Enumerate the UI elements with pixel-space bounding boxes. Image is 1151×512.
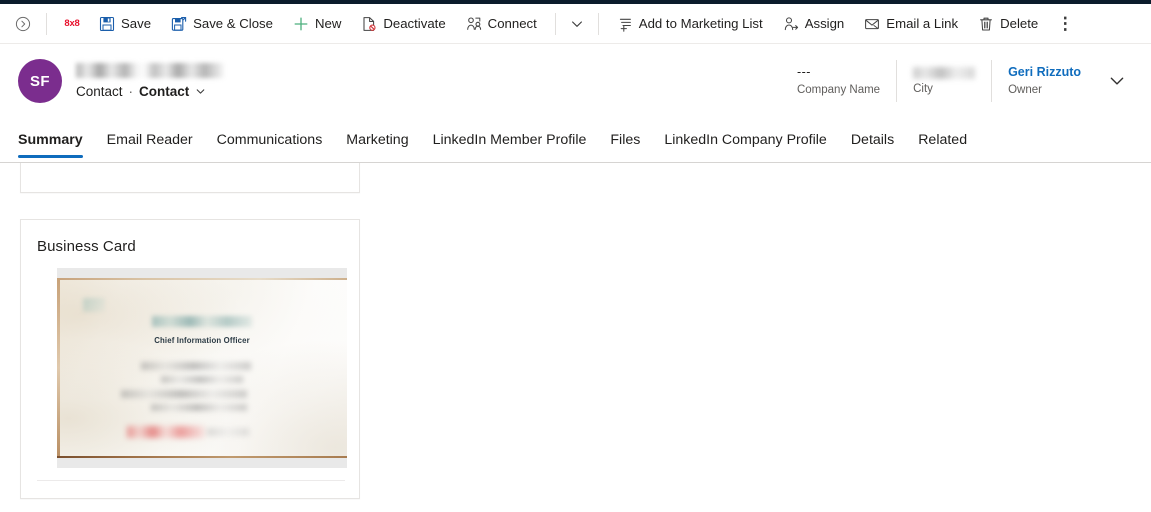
- tab-marketing[interactable]: Marketing: [334, 118, 420, 162]
- company-name-label: Company Name: [796, 83, 881, 96]
- plus-icon: [294, 17, 308, 30]
- command-bar-divider-2: [554, 12, 556, 35]
- command-bar-divider-1: [46, 12, 47, 35]
- record-name-redacted: [76, 63, 224, 78]
- assign-button[interactable]: Assign: [775, 8, 853, 40]
- company-name-value: ---: [796, 64, 811, 79]
- record-header: SF Contact · Contact --- Company Name Ci…: [0, 45, 1151, 117]
- trash-icon: [980, 17, 993, 31]
- app-root: 8x8 Save Save & Close New Deactivate Con…: [0, 0, 1151, 512]
- assign-button-label: Assign: [804, 16, 845, 32]
- connect-button-label: Connect: [487, 16, 537, 32]
- save-button[interactable]: Save: [91, 8, 159, 40]
- chevron-down-icon: [1110, 77, 1124, 85]
- card-detail-line-4-redacted: [151, 404, 247, 411]
- form-selector-chevron[interactable]: [195, 86, 206, 97]
- owner-value-link[interactable]: Geri Rizzuto: [1008, 65, 1081, 80]
- business-card-section: Business Card Chief Information Officer: [20, 219, 360, 499]
- chevron-down-icon: [571, 20, 582, 27]
- tab-summary[interactable]: Summary: [18, 118, 95, 162]
- city-value-redacted: [913, 66, 976, 79]
- command-bar-divider-3: [597, 12, 599, 35]
- save-and-close-button-label: Save & Close: [193, 16, 273, 32]
- new-button[interactable]: New: [285, 8, 349, 40]
- new-button-label: New: [314, 16, 342, 32]
- header-expand-button[interactable]: [1097, 60, 1137, 102]
- tab-files[interactable]: Files: [598, 118, 652, 162]
- form-content-scroll: Business Card Chief Information Officer: [0, 163, 1151, 512]
- connect-people-icon: [466, 16, 481, 30]
- record-title-group: Contact · Contact: [76, 63, 224, 99]
- tab-linkedin-company-profile[interactable]: LinkedIn Company Profile: [652, 118, 838, 162]
- expand-panel-button[interactable]: [8, 9, 38, 39]
- delete-button-label: Delete: [1000, 16, 1039, 32]
- email-a-link-button[interactable]: Email a Link: [856, 8, 966, 40]
- record-subtitle: Contact · Contact: [76, 84, 224, 99]
- business-card-footer-divider: [37, 480, 345, 481]
- section-card-above-partial: [20, 163, 360, 193]
- add-to-marketing-list-label: Add to Marketing List: [638, 16, 763, 32]
- save-and-close-button[interactable]: Save & Close: [163, 8, 281, 40]
- tab-email-reader[interactable]: Email Reader: [95, 118, 205, 162]
- card-edge-top: [57, 278, 347, 280]
- business-card-image-frame[interactable]: Chief Information Officer: [57, 268, 347, 468]
- card-red-text-redacted: [127, 426, 205, 438]
- entity-type-label: Contact: [76, 84, 123, 99]
- record-header-fields: --- Company Name City Geri Rizzuto Owner: [781, 60, 1137, 102]
- card-red-text-tail-redacted: [207, 428, 249, 436]
- connect-split-caret-button[interactable]: [564, 9, 590, 39]
- header-field-owner: Geri Rizzuto Owner: [991, 60, 1097, 102]
- city-label: City: [913, 82, 933, 95]
- business-card-section-title: Business Card: [37, 238, 136, 255]
- save-floppy-icon: [99, 16, 115, 31]
- form-tab-bar: Summary Email Reader Communications Mark…: [0, 117, 1151, 163]
- command-bar: 8x8 Save Save & Close New Deactivate Con…: [0, 4, 1151, 44]
- card-job-title-text: Chief Information Officer: [154, 336, 250, 345]
- tab-related[interactable]: Related: [906, 118, 979, 162]
- save-and-close-icon: [171, 16, 187, 31]
- form-selector-label[interactable]: Contact: [139, 84, 189, 99]
- chevron-down-icon: [196, 89, 205, 94]
- tab-details[interactable]: Details: [839, 118, 906, 162]
- app-logo-8x8: 8x8: [64, 18, 80, 29]
- business-card-image: Chief Information Officer: [57, 278, 347, 458]
- form-content-area: Business Card Chief Information Officer: [0, 163, 1151, 512]
- tab-linkedin-member-profile[interactable]: LinkedIn Member Profile: [421, 118, 599, 162]
- save-button-label: Save: [121, 16, 152, 32]
- add-to-list-icon: [619, 18, 631, 32]
- card-detail-line-3-redacted: [121, 390, 247, 398]
- card-logo-mark-redacted: [83, 298, 105, 312]
- card-detail-line-2-redacted: [161, 376, 243, 383]
- header-field-city: City: [896, 60, 991, 102]
- deactivate-document-icon: [363, 16, 376, 31]
- card-edge-left: [57, 278, 60, 458]
- header-field-company-name: --- Company Name: [781, 60, 896, 102]
- command-bar-overflow-button[interactable]: ⋮: [1052, 9, 1078, 39]
- delete-button[interactable]: Delete: [970, 8, 1046, 40]
- subtitle-separator: ·: [128, 84, 134, 99]
- deactivate-button[interactable]: Deactivate: [353, 8, 453, 40]
- card-person-name-redacted: [152, 316, 252, 327]
- chevron-right-circle-icon: [15, 16, 31, 31]
- avatar: SF: [18, 59, 62, 103]
- connect-button[interactable]: Connect: [458, 8, 545, 40]
- card-edge-bottom: [57, 456, 347, 458]
- tab-communications[interactable]: Communications: [205, 118, 335, 162]
- email-a-link-label: Email a Link: [886, 16, 959, 32]
- avatar-initials: SF: [30, 72, 50, 90]
- add-to-marketing-list-button[interactable]: Add to Marketing List: [609, 8, 771, 40]
- deactivate-button-label: Deactivate: [383, 16, 446, 32]
- card-detail-line-1-redacted: [141, 362, 251, 370]
- owner-label: Owner: [1008, 83, 1042, 96]
- assign-person-icon: [784, 16, 798, 30]
- email-link-icon: [865, 18, 880, 29]
